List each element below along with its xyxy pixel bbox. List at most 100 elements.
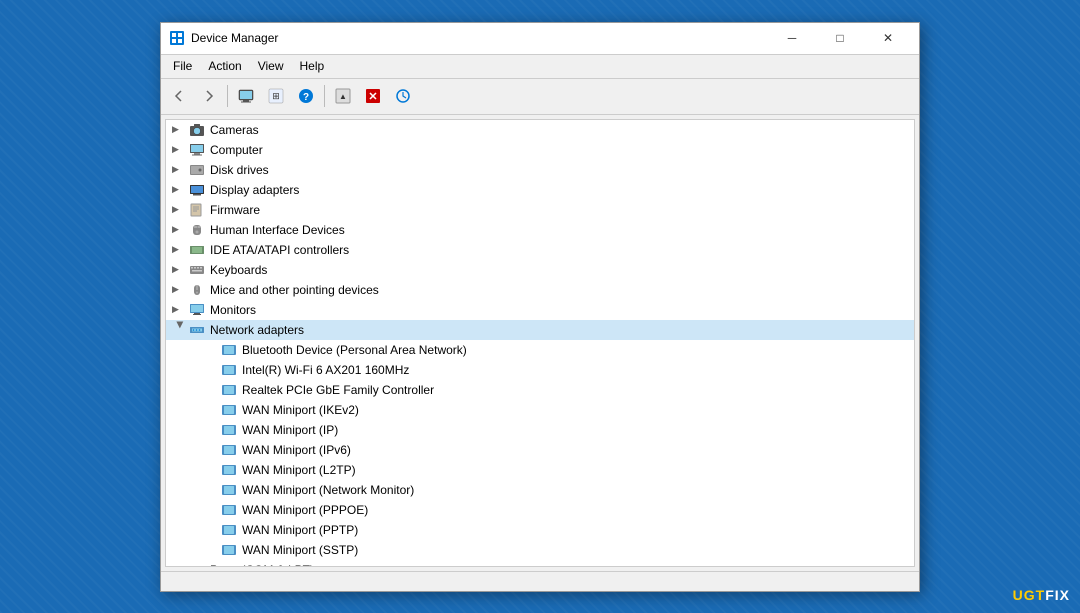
realtek-label: Realtek PCIe GbE Family Controller	[242, 383, 434, 397]
wan-pptp-icon	[220, 522, 238, 538]
tree-item-wan-pptp[interactable]: WAN Miniport (PPTP)	[166, 520, 914, 540]
wan-l2tp-label: WAN Miniport (L2TP)	[242, 463, 356, 477]
tree-item-display-adapters[interactable]: ▶ Display adapters	[166, 180, 914, 200]
network-row-wrapper: ★ ▶ Network adapters	[166, 320, 914, 340]
watermark-fix: FIX	[1045, 587, 1070, 603]
main-content: ▶ Cameras ▶ Computer ▶	[161, 115, 919, 571]
tree-item-hid[interactable]: ▶ Human Interface Devices	[166, 220, 914, 240]
wan-pppoe-label: WAN Miniport (PPPOE)	[242, 503, 368, 517]
wifi-icon	[220, 362, 238, 378]
tree-item-wan-pppoe[interactable]: WAN Miniport (PPPOE)	[166, 500, 914, 520]
menu-file[interactable]: File	[165, 57, 200, 75]
scan-button[interactable]	[389, 82, 417, 110]
window-controls: ─ □ ✕	[769, 24, 911, 52]
arrow-display-adapters: ▶	[172, 184, 188, 195]
disk-drives-label: Disk drives	[210, 163, 269, 177]
cameras-icon	[188, 122, 206, 138]
forward-button[interactable]	[195, 82, 223, 110]
tree-item-wan-ipv6[interactable]: WAN Miniport (IPv6)	[166, 440, 914, 460]
wan-sstp-icon	[220, 542, 238, 558]
wan-ip-icon	[220, 422, 238, 438]
close-button[interactable]: ✕	[865, 24, 911, 52]
tree-item-wan-ikev2[interactable]: WAN Miniport (IKEv2)	[166, 400, 914, 420]
svg-text:?: ?	[303, 92, 309, 103]
device-manager-window: Device Manager ─ □ ✕ File Action View He…	[160, 22, 920, 592]
ports-label: Ports (COM & LPT)	[210, 563, 314, 566]
tree-item-ide[interactable]: ▶ IDE ATA/ATAPI controllers	[166, 240, 914, 260]
wan-sstp-label: WAN Miniport (SSTP)	[242, 543, 358, 557]
watermark: UGTFIX	[1013, 587, 1070, 603]
help-button[interactable]: ?	[292, 82, 320, 110]
arrow-hid: ▶	[172, 224, 188, 235]
bluetooth-icon	[220, 342, 238, 358]
firmware-label: Firmware	[210, 203, 260, 217]
toolbar: ⊞ ? ▲ ✕	[161, 79, 919, 115]
status-bar	[161, 571, 919, 591]
svg-text:⊞: ⊞	[272, 91, 280, 101]
hid-icon	[188, 222, 206, 238]
wan-pppoe-icon	[220, 502, 238, 518]
ports-icon	[188, 562, 206, 566]
firmware-icon	[188, 202, 206, 218]
svg-text:✕: ✕	[368, 91, 377, 103]
tree-item-mice[interactable]: ▶ Mice and other pointing devices	[166, 280, 914, 300]
device-tree-scroll[interactable]: ▶ Cameras ▶ Computer ▶	[166, 120, 914, 566]
tree-item-disk-drives[interactable]: ▶ Disk drives	[166, 160, 914, 180]
arrow-mice: ▶	[172, 284, 188, 295]
display-adapters-label: Display adapters	[210, 183, 299, 197]
wan-ipv6-icon	[220, 442, 238, 458]
arrow-ide: ▶	[172, 244, 188, 255]
wan-netmon-label: WAN Miniport (Network Monitor)	[242, 483, 414, 497]
bluetooth-label: Bluetooth Device (Personal Area Network)	[242, 343, 467, 357]
wan-netmon-icon	[220, 482, 238, 498]
menu-bar: File Action View Help	[161, 55, 919, 79]
update-driver-button[interactable]: ▲	[329, 82, 357, 110]
tree-item-wan-ip[interactable]: WAN Miniport (IP)	[166, 420, 914, 440]
device-tree-panel: ▶ Cameras ▶ Computer ▶	[165, 119, 915, 567]
ide-label: IDE ATA/ATAPI controllers	[210, 243, 349, 257]
display-adapters-icon	[188, 182, 206, 198]
network-adapters-label: Network adapters	[210, 323, 304, 337]
ide-icon	[188, 242, 206, 258]
mice-label: Mice and other pointing devices	[210, 283, 379, 297]
tree-item-computer[interactable]: ▶ Computer	[166, 140, 914, 160]
disk-drives-icon	[188, 162, 206, 178]
cameras-label: Cameras	[210, 123, 259, 137]
back-button[interactable]	[165, 82, 193, 110]
mice-icon	[188, 282, 206, 298]
tree-item-ports[interactable]: ▶ Ports (COM & LPT)	[166, 560, 914, 566]
computer-icon-btn[interactable]	[232, 82, 260, 110]
arrow-disk-drives: ▶	[172, 164, 188, 175]
title-bar: Device Manager ─ □ ✕	[161, 23, 919, 55]
tree-item-firmware[interactable]: ▶ Firmware	[166, 200, 914, 220]
wan-l2tp-icon	[220, 462, 238, 478]
computer-icon	[188, 142, 206, 158]
toolbar-separator-2	[324, 85, 325, 107]
tree-item-keyboards[interactable]: ▶ Keyboards	[166, 260, 914, 280]
window-title: Device Manager	[191, 31, 769, 45]
tree-item-wifi[interactable]: Intel(R) Wi-Fi 6 AX201 160MHz	[166, 360, 914, 380]
tree-item-wan-l2tp[interactable]: WAN Miniport (L2TP)	[166, 460, 914, 480]
arrow-network-adapters: ▶	[175, 322, 186, 338]
toolbar-separator-1	[227, 85, 228, 107]
tree-item-wan-netmon[interactable]: WAN Miniport (Network Monitor)	[166, 480, 914, 500]
keyboards-icon	[188, 262, 206, 278]
uninstall-button[interactable]: ✕	[359, 82, 387, 110]
tree-item-monitors[interactable]: ▶ Monitors	[166, 300, 914, 320]
monitors-label: Monitors	[210, 303, 256, 317]
menu-action[interactable]: Action	[200, 57, 249, 75]
monitors-icon	[188, 302, 206, 318]
tree-item-wan-sstp[interactable]: WAN Miniport (SSTP)	[166, 540, 914, 560]
minimize-button[interactable]: ─	[769, 24, 815, 52]
tree-item-network-adapters[interactable]: ▶ Network adapters	[166, 320, 914, 340]
tree-item-cameras[interactable]: ▶ Cameras	[166, 120, 914, 140]
arrow-computer: ▶	[172, 144, 188, 155]
window-icon	[169, 30, 185, 46]
menu-help[interactable]: Help	[292, 57, 333, 75]
properties-button[interactable]: ⊞	[262, 82, 290, 110]
tree-item-bluetooth[interactable]: Bluetooth Device (Personal Area Network)	[166, 340, 914, 360]
maximize-button[interactable]: □	[817, 24, 863, 52]
tree-item-realtek[interactable]: Realtek PCIe GbE Family Controller	[166, 380, 914, 400]
computer-label: Computer	[210, 143, 263, 157]
menu-view[interactable]: View	[250, 57, 292, 75]
